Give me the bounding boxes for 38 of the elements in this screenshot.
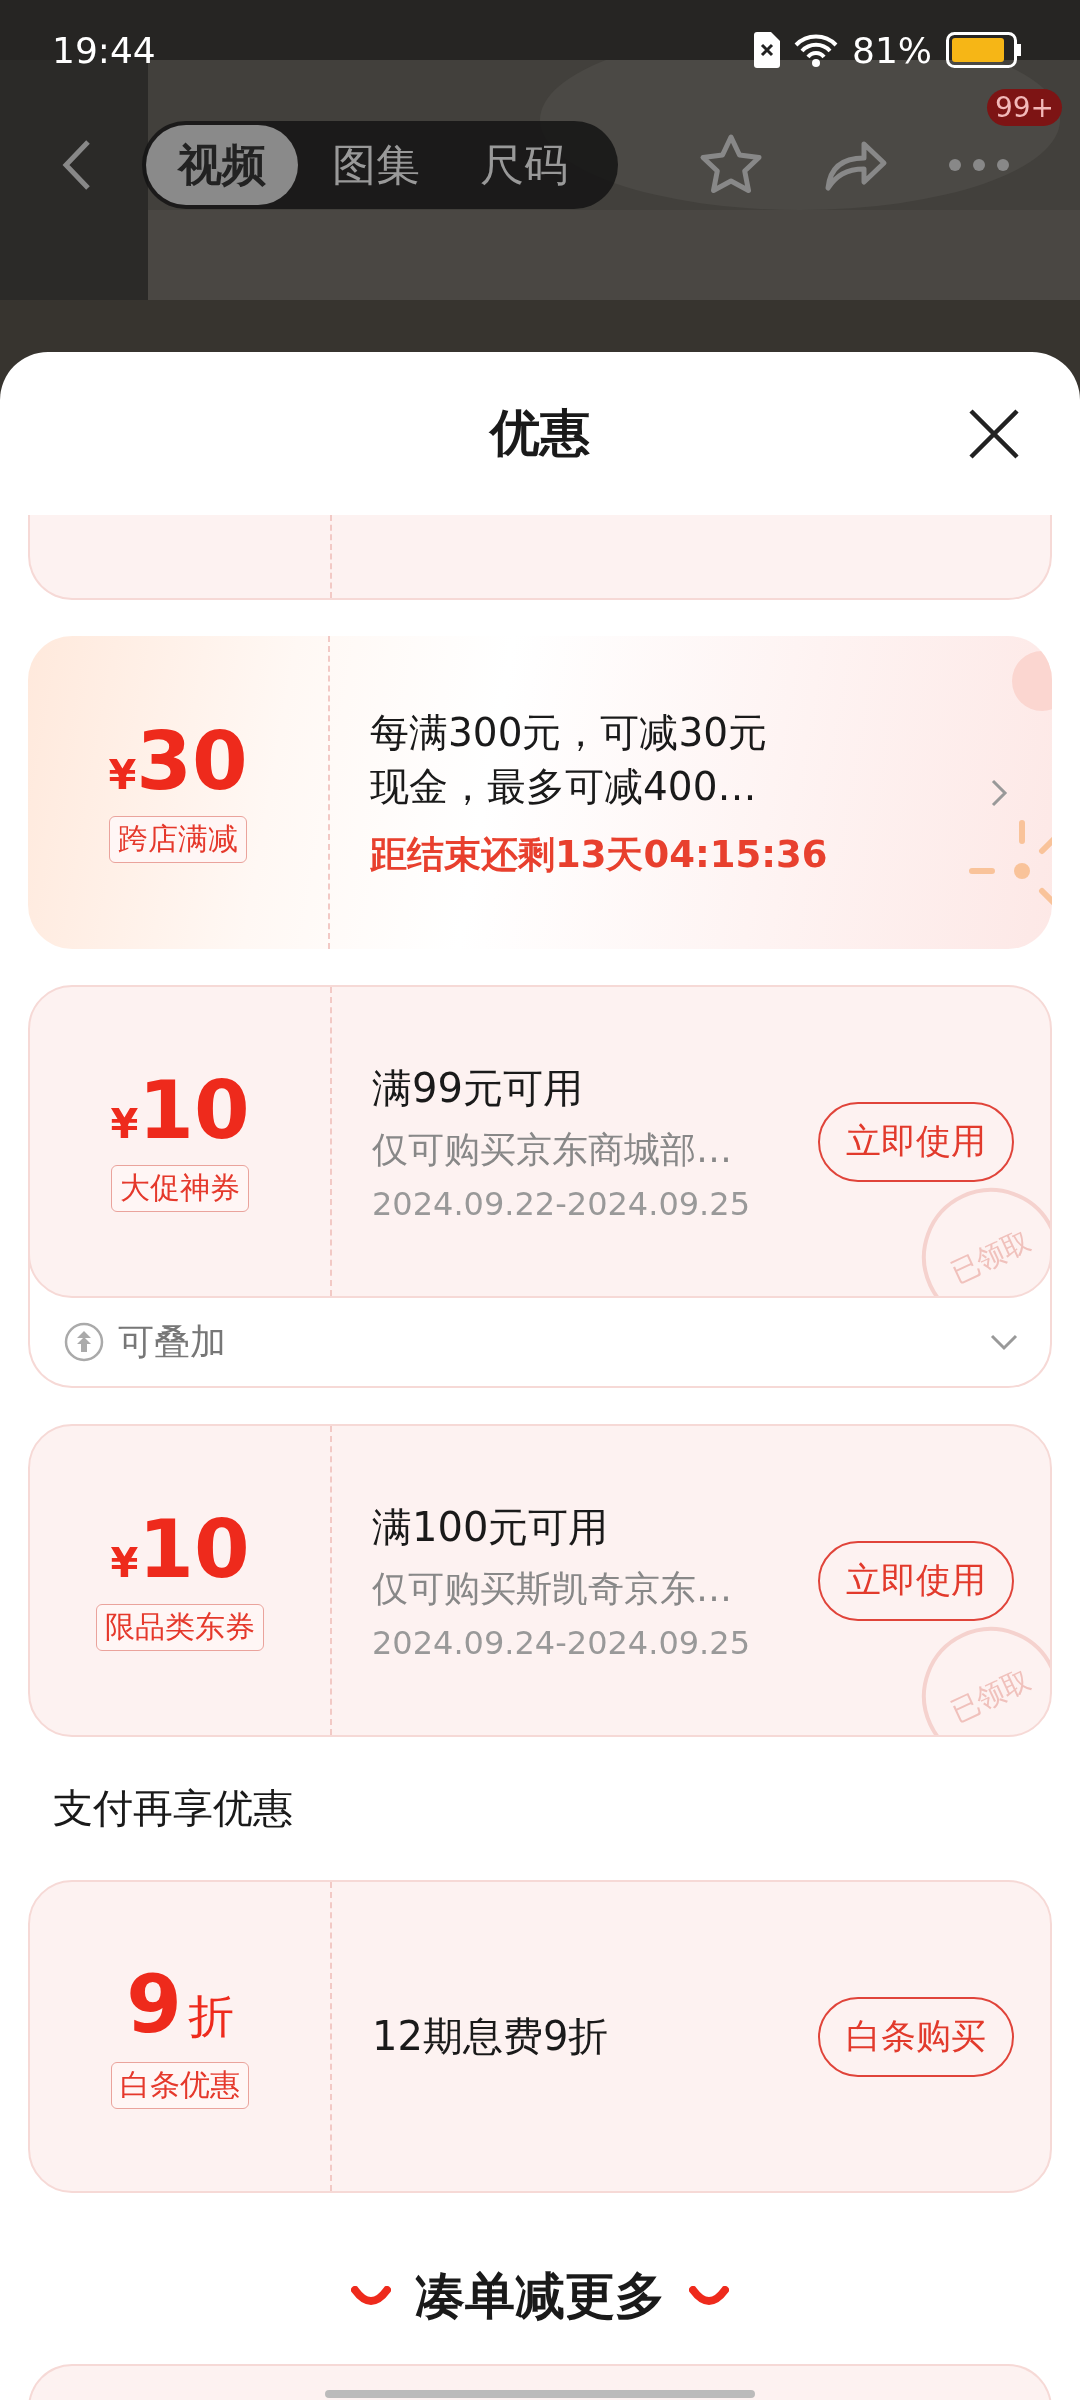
chevron-down-icon[interactable] <box>990 1333 1018 1351</box>
more-icon[interactable] <box>948 158 1010 172</box>
coupon-scope: 仅可购买斯凯奇京东… <box>372 1566 733 1611</box>
back-icon[interactable] <box>62 139 92 191</box>
coupon-tag: 白条优惠 <box>111 2061 249 2109</box>
offer-description: 12期息费9折 <box>372 2012 610 2061</box>
media-tab[interactable]: 尺码 <box>454 125 594 205</box>
section-heading: 支付再享优惠 <box>53 1784 294 1833</box>
stack-icon <box>64 1322 104 1362</box>
coupon-description: 每满300元，可减30元 现金，最多可减400… <box>370 708 769 811</box>
status-time: 19:44 <box>52 29 157 71</box>
battery-percent: 81% <box>852 29 932 71</box>
use-now-button[interactable]: 立即使用 <box>818 1101 1014 1182</box>
section-heading: 凑单减更多 <box>415 2266 665 2327</box>
coupon-validity: 2024.09.22-2024.09.25 <box>372 1184 751 1223</box>
coupon-amount: ¥10 <box>110 1071 250 1151</box>
use-now-button[interactable]: 立即使用 <box>818 1540 1014 1621</box>
wifi-icon <box>794 33 838 67</box>
coupon-amount: ¥30 <box>108 722 248 802</box>
coupon-tag: 大促神券 <box>111 1165 249 1212</box>
sheet-title: 优惠 <box>490 403 590 464</box>
buy-button[interactable]: 白条购买 <box>818 1996 1014 2077</box>
media-tab[interactable]: 视频 <box>146 125 298 205</box>
smile-icon <box>689 2285 729 2308</box>
countdown-text: 距结束还剩13天04:15:36 <box>370 831 829 878</box>
coupon-condition: 满99元可用 <box>372 1063 584 1113</box>
coupon-tag: 跨店满减 <box>109 816 247 863</box>
coupon-tag: 限品类东券 <box>96 1604 264 1651</box>
coupon-condition: 满100元可用 <box>372 1502 610 1552</box>
stackable-label: 可叠加 <box>118 1319 226 1364</box>
battery-icon <box>946 32 1022 68</box>
chevron-right-icon[interactable] <box>990 777 1008 808</box>
coupon-scope: 仅可购买京东商城部… <box>372 1127 733 1172</box>
coupon-amount: ¥10 <box>110 1510 250 1590</box>
media-tab[interactable]: 图集 <box>306 125 446 205</box>
coupon-validity: 2024.09.24-2024.09.25 <box>372 1623 751 1662</box>
smile-icon <box>351 2285 391 2308</box>
coupon-amount: 9 折 <box>126 1964 234 2048</box>
